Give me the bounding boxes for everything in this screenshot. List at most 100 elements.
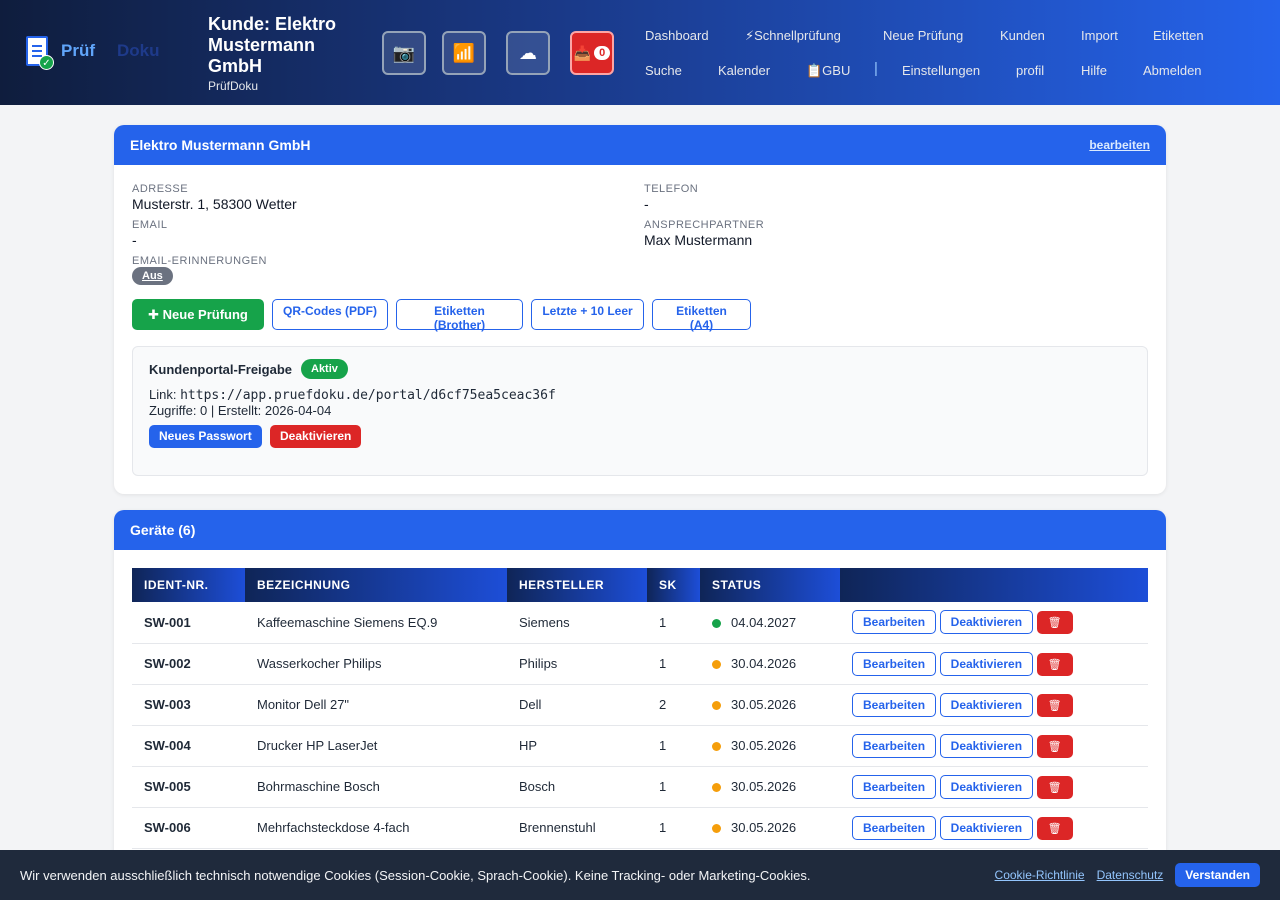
cookie-accept-button[interactable]: Verstanden: [1175, 863, 1260, 887]
status-date: 30.05.2026: [731, 779, 797, 794]
edit-customer-link[interactable]: bearbeiten: [1089, 138, 1150, 152]
privacy-link[interactable]: Datenschutz: [1097, 868, 1164, 882]
status-dot: [712, 701, 721, 711]
title-block: Kunde: Elektro Mustermann GmbH PrüfDoku: [208, 14, 368, 93]
qr-codes-pdf-button[interactable]: QR-Codes (PDF): [272, 299, 388, 330]
cloud-icon: ☁: [519, 42, 537, 63]
cookie-policy-link[interactable]: Cookie-Richtlinie: [995, 868, 1085, 882]
email-label: EMAIL: [132, 219, 168, 231]
cell-sk: 2: [647, 684, 700, 726]
edit-device-button[interactable]: Bearbeiten: [852, 815, 937, 840]
deactivate-device-button[interactable]: Deaktivieren: [939, 692, 1034, 717]
nav-logout[interactable]: Abmelden: [1143, 63, 1202, 78]
address-value: Musterstr. 1, 58300 Wetter: [132, 196, 297, 212]
new-password-button[interactable]: Neues Passwort: [149, 425, 262, 448]
nav-help[interactable]: Hilfe: [1081, 63, 1107, 78]
status-date: 30.05.2026: [731, 738, 797, 753]
col-status[interactable]: STATUS: [700, 568, 840, 602]
col-maker[interactable]: HERSTELLER: [507, 568, 647, 602]
nav-dashboard[interactable]: Dashboard: [645, 28, 709, 43]
delete-device-button[interactable]: 🗑: [1036, 816, 1073, 840]
edit-device-button[interactable]: Bearbeiten: [852, 610, 937, 635]
devices-title: Geräte (6): [130, 522, 196, 538]
cell-actions: Bearbeiten Deaktivieren 🗑: [840, 643, 1148, 685]
trash-icon: 🗑: [1047, 781, 1062, 794]
edit-device-button[interactable]: Bearbeiten: [852, 774, 937, 799]
nav-calendar[interactable]: Kalender: [718, 63, 770, 78]
cell-maker: Dell: [507, 684, 647, 726]
camera-button[interactable]: 📷: [382, 31, 426, 75]
cell-actions: Bearbeiten Deaktivieren 🗑: [840, 602, 1148, 644]
col-name[interactable]: BEZEICHNUNG: [245, 568, 507, 602]
cell-ident: SW-001: [132, 602, 245, 644]
status-date: 30.05.2026: [731, 820, 797, 835]
status-dot: [712, 660, 721, 670]
cell-ident: SW-002: [132, 643, 245, 685]
nav-gbu[interactable]: 📋GBU: [806, 63, 850, 79]
delete-device-button[interactable]: 🗑: [1036, 611, 1073, 635]
cell-name: Wasserkocher Philips: [245, 643, 507, 685]
cell-ident: SW-004: [132, 725, 245, 767]
connection-button[interactable]: 📶: [442, 31, 486, 75]
nav-customers[interactable]: Kunden: [1000, 28, 1045, 43]
status-date: 30.04.2026: [731, 656, 797, 671]
cell-name: Drucker HP LaserJet: [245, 725, 507, 767]
cookie-text: Wir verwenden ausschließlich technisch n…: [20, 867, 811, 883]
devices-card-header: Geräte (6): [114, 510, 1166, 550]
cell-actions: Bearbeiten Deaktivieren 🗑: [840, 766, 1148, 808]
col-actions: [840, 568, 1148, 602]
deactivate-device-button[interactable]: Deaktivieren: [939, 733, 1034, 758]
col-ident[interactable]: IDENT-NR.: [132, 568, 245, 602]
new-test-button[interactable]: ✚ Neue Prüfung: [132, 299, 264, 330]
contact-value: Max Mustermann: [644, 232, 753, 248]
deactivate-device-button[interactable]: Deaktivieren: [939, 610, 1034, 635]
delete-device-button[interactable]: 🗑: [1036, 693, 1073, 717]
trash-icon: 🗑: [1047, 658, 1062, 671]
inbox-button[interactable]: 📥 0: [570, 31, 614, 75]
logo-text-pruef: Prüf: [61, 41, 95, 60]
nav-quick-test[interactable]: ⚡Schnellprüfung: [745, 28, 841, 44]
labels-a4-button[interactable]: Etiketten (A4): [652, 299, 751, 332]
nav-search[interactable]: Suche: [645, 63, 682, 78]
portal-meta: Zugriffe: 0 | Erstellt: 2026-04-04: [149, 403, 332, 418]
cookie-banner: Wir verwenden ausschließlich technisch n…: [0, 850, 1280, 900]
delete-device-button[interactable]: 🗑: [1036, 652, 1073, 676]
nav-labels[interactable]: Etiketten: [1153, 28, 1204, 43]
nav-settings[interactable]: Einstellungen: [902, 63, 980, 78]
portal-link-url[interactable]: https://app.pruefdoku.de/portal/d6cf75ea…: [180, 388, 556, 403]
delete-device-button[interactable]: 🗑: [1036, 734, 1073, 758]
labels-brother-button[interactable]: Etiketten (Brother): [396, 299, 523, 332]
portal-status-badge: Aktiv: [301, 359, 348, 379]
deactivate-device-button[interactable]: Deaktivieren: [939, 815, 1034, 840]
table-row: SW-001 Kaffeemaschine Siemens EQ.9 Siemens…: [132, 602, 1148, 644]
cell-name: Mehrfachsteckdose 4-fach: [245, 807, 507, 849]
portal-link-row: Link: https://app.pruefdoku.de/portal/d6…: [149, 387, 556, 403]
nav-profile[interactable]: profil: [1016, 63, 1044, 78]
cell-sk: 1: [647, 807, 700, 849]
email-reminders-label: EMAIL-ERINNERUNGEN: [132, 255, 267, 267]
signal-icon: 📶: [452, 42, 476, 63]
cloud-sync-button[interactable]: ☁: [506, 31, 550, 75]
top-header: ✓ Prüf Doku Kunde: Elektro Mustermann Gm…: [0, 0, 1280, 105]
document-check-icon: ✓: [26, 36, 54, 70]
edit-device-button[interactable]: Bearbeiten: [852, 692, 937, 717]
delete-device-button[interactable]: 🗑: [1036, 775, 1073, 799]
edit-device-button[interactable]: Bearbeiten: [852, 651, 937, 676]
table-row: SW-005 Bohrmaschine Bosch Bosch 1 30.05.2026…: [132, 766, 1148, 808]
app-logo[interactable]: ✓ Prüf Doku: [26, 36, 160, 70]
nav-new-test[interactable]: Neue Prüfung: [883, 28, 963, 43]
status-dot: [712, 618, 721, 628]
edit-device-button[interactable]: Bearbeiten: [852, 733, 937, 758]
deactivate-device-button[interactable]: Deaktivieren: [939, 651, 1034, 676]
logo-text-doku: Doku: [117, 41, 160, 60]
nav-import[interactable]: Import: [1081, 28, 1118, 43]
col-sk[interactable]: SK: [647, 568, 700, 602]
deactivate-portal-button[interactable]: Deaktivieren: [270, 425, 362, 448]
deactivate-device-button[interactable]: Deaktivieren: [939, 774, 1034, 799]
email-reminders-toggle[interactable]: Aus: [132, 267, 173, 285]
cell-maker: Siemens: [507, 602, 647, 644]
contact-label: ANSPRECHPARTNER: [644, 219, 765, 231]
cell-sk: 1: [647, 766, 700, 808]
last-plus-10-button[interactable]: Letzte + 10 Leer: [531, 299, 644, 330]
cell-actions: Bearbeiten Deaktivieren 🗑: [840, 807, 1148, 849]
